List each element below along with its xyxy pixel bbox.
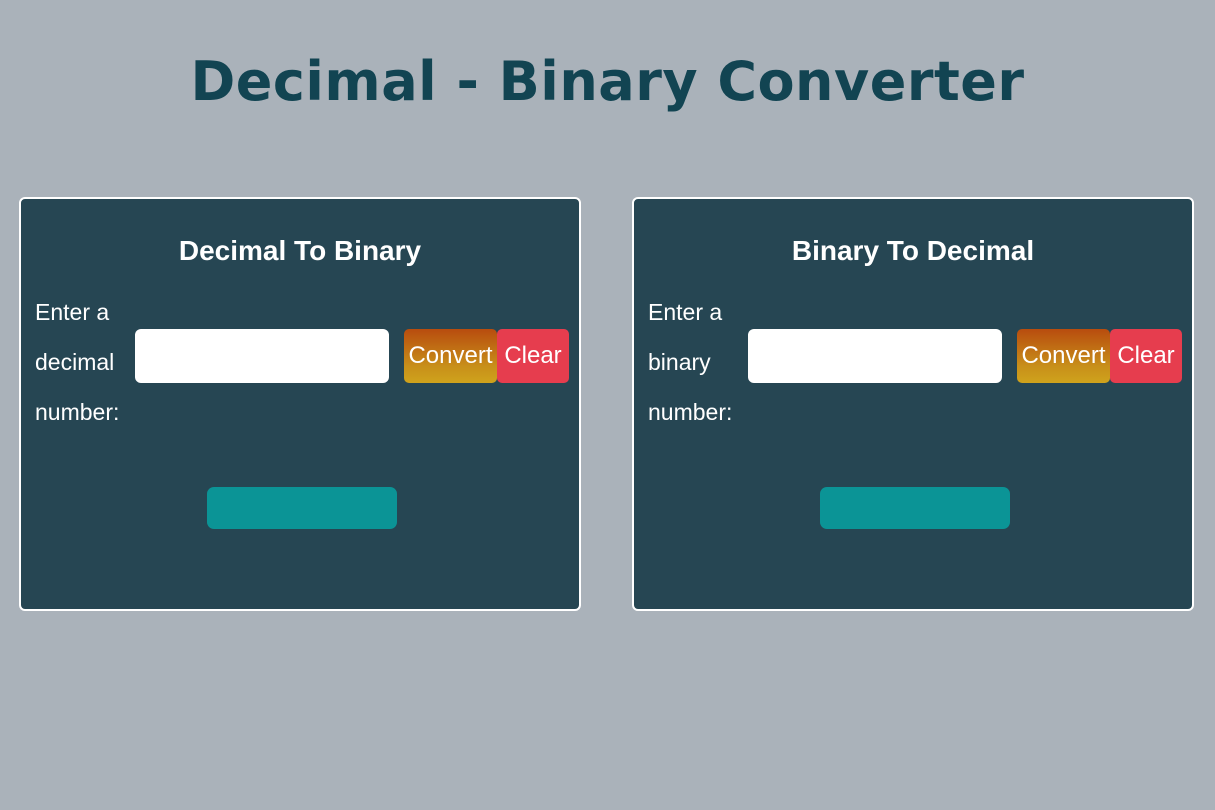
binary-convert-button[interactable]: Convert <box>1017 329 1110 383</box>
decimal-clear-button[interactable]: Clear <box>497 329 569 383</box>
decimal-to-binary-card: Decimal To Binary Enter a decimal number… <box>19 197 581 611</box>
decimal-convert-button[interactable]: Convert <box>404 329 497 383</box>
binary-clear-button[interactable]: Clear <box>1110 329 1182 383</box>
binary-label-line-1: Enter a <box>648 299 723 325</box>
decimal-label-line-3: number: <box>35 399 120 425</box>
page-title: Decimal - Binary Converter <box>190 50 1025 113</box>
decimal-result-box <box>820 487 1010 529</box>
decimal-to-binary-title: Decimal To Binary <box>178 235 422 266</box>
binary-input-label: Enter a binary number: <box>648 287 748 437</box>
decimal-label-line-2: decimal <box>35 349 115 375</box>
decimal-input-label: Enter a decimal number: <box>35 287 135 437</box>
binary-result-box <box>207 487 397 529</box>
binary-input[interactable] <box>748 329 1002 383</box>
binary-to-decimal-title: Binary To Decimal <box>791 235 1035 266</box>
binary-to-decimal-card: Binary To Decimal Enter a binary number:… <box>632 197 1194 611</box>
decimal-label-line-1: Enter a <box>35 299 110 325</box>
binary-label-line-2: binary <box>648 349 711 375</box>
binary-label-line-3: number: <box>648 399 733 425</box>
decimal-input[interactable] <box>135 329 389 383</box>
